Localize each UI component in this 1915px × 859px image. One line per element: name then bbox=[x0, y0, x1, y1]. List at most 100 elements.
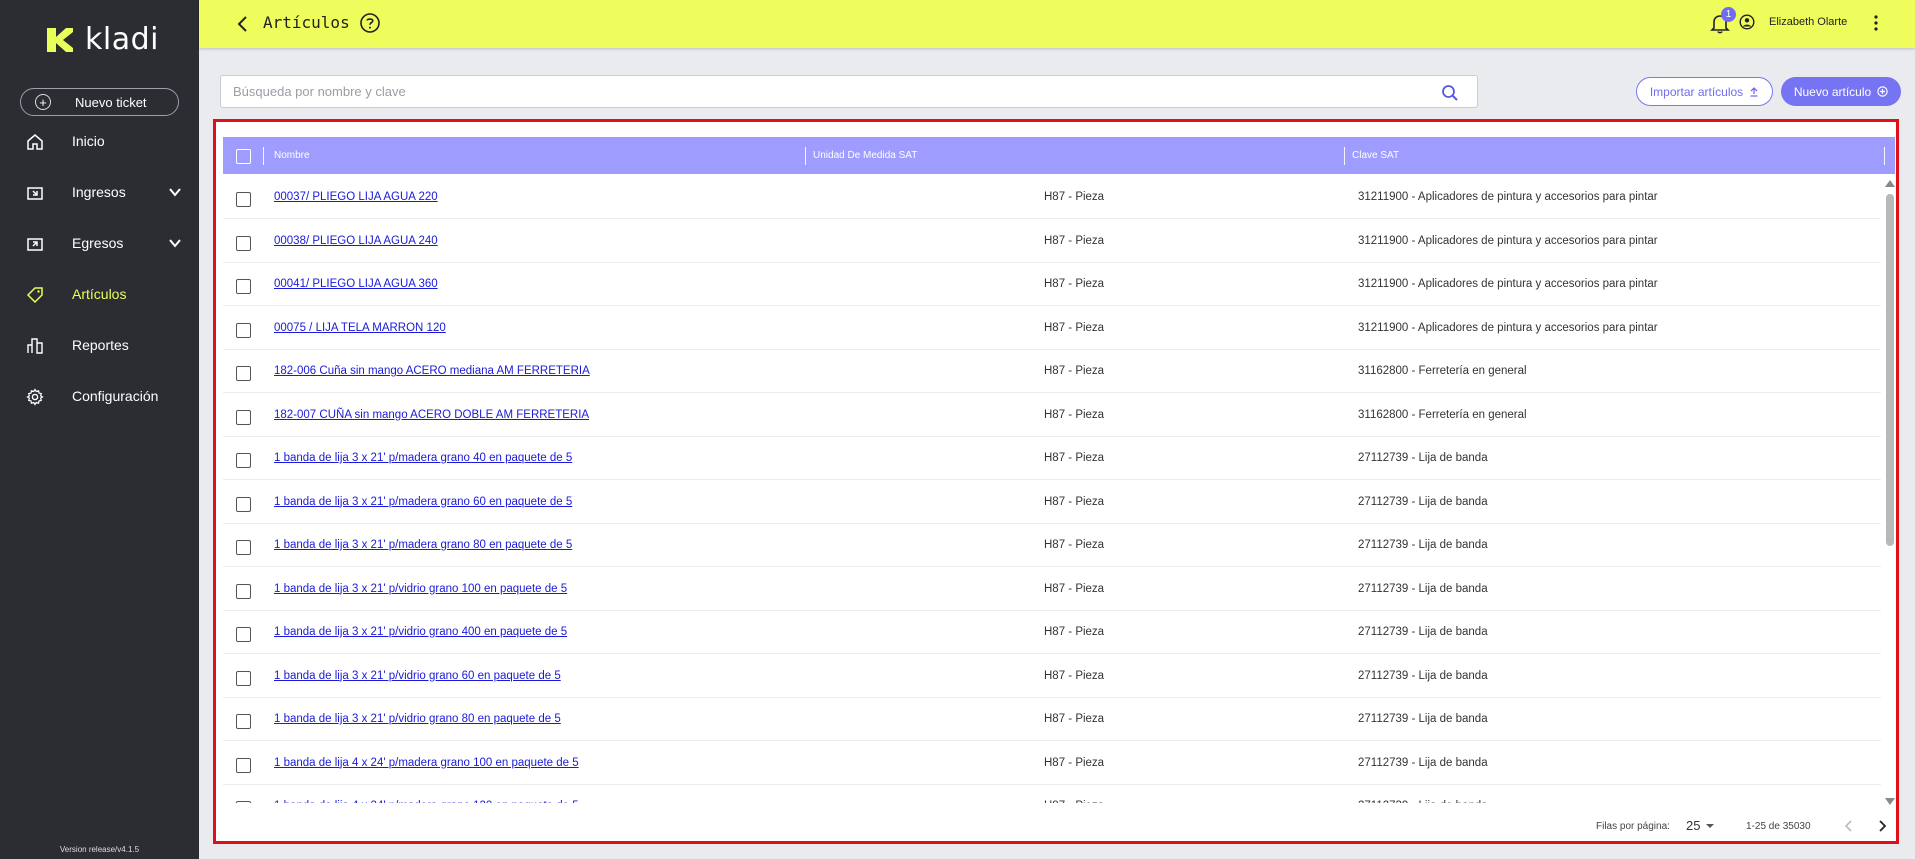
column-header-clave[interactable]: Clave SAT bbox=[1352, 150, 1399, 161]
unit-cell: H87 - Pieza bbox=[1044, 756, 1105, 769]
table-row: 1 banda de lija 3 x 21' p/madera grano 6… bbox=[223, 481, 1881, 524]
vertical-scrollbar[interactable] bbox=[1885, 180, 1896, 805]
article-name-link[interactable]: 182-007 CUÑA sin mango ACERO DOBLE AM FE… bbox=[274, 409, 589, 421]
clave-sat-cell: 27112739 - Lija de banda bbox=[1358, 669, 1488, 682]
sidebar-item-configuracion[interactable]: Configuración bbox=[0, 376, 199, 416]
sidebar-item-inicio[interactable]: Inicio bbox=[0, 121, 199, 161]
column-divider[interactable] bbox=[1344, 147, 1345, 165]
clave-sat-cell: 31162800 - Ferretería en general bbox=[1358, 365, 1527, 377]
top-bar: Artículos 1 Elizabeth Olarte bbox=[199, 0, 1915, 48]
chevron-left-icon[interactable] bbox=[1842, 819, 1856, 833]
article-name-link[interactable]: 00041/ PLIEGO LIJA AGUA 360 bbox=[274, 278, 438, 290]
article-name-link[interactable]: 1 banda de lija 3 x 21' p/madera grano 8… bbox=[274, 539, 572, 551]
table-row: 1 banda de lija 3 x 21' p/vidrio grano 8… bbox=[223, 698, 1881, 741]
row-checkbox[interactable] bbox=[236, 279, 251, 294]
user-avatar-icon[interactable] bbox=[1739, 14, 1755, 30]
articles-table-panel: Nombre Unidad De Medida SAT Clave SAT 00… bbox=[213, 119, 1899, 844]
unit-cell: H87 - Pieza bbox=[1044, 234, 1105, 247]
new-ticket-label: Nuevo ticket bbox=[75, 94, 147, 110]
article-name-link[interactable]: 00038/ PLIEGO LIJA AGUA 240 bbox=[274, 235, 438, 247]
chevron-right-icon[interactable] bbox=[1875, 819, 1889, 833]
row-checkbox[interactable] bbox=[236, 540, 251, 555]
article-name-link[interactable]: 00037/ PLIEGO LIJA AGUA 220 bbox=[274, 191, 438, 203]
row-checkbox[interactable] bbox=[236, 627, 251, 642]
more-vertical-icon[interactable] bbox=[1873, 14, 1879, 32]
scroll-down-arrow[interactable] bbox=[1885, 798, 1895, 805]
column-divider[interactable] bbox=[805, 147, 806, 165]
article-name-link[interactable]: 1 banda de lija 4 x 24' p/madera grano 1… bbox=[274, 757, 579, 769]
new-article-button[interactable]: Nuevo artículo bbox=[1781, 77, 1901, 106]
table-row: 00075 / LIJA TELA MARRON 120 H87 - Pieza 3… bbox=[223, 307, 1881, 350]
row-checkbox[interactable] bbox=[236, 366, 251, 381]
scroll-up-arrow[interactable] bbox=[1885, 180, 1895, 187]
clave-sat-cell: 27112739 - Lija de banda bbox=[1358, 626, 1488, 638]
sidebar-item-egresos[interactable]: Egresos bbox=[0, 223, 199, 263]
row-checkbox[interactable] bbox=[236, 453, 251, 468]
clave-sat-cell: 27112739 - Lija de banda bbox=[1358, 539, 1488, 551]
article-name-link[interactable]: 00075 / LIJA TELA MARRON 120 bbox=[274, 322, 446, 334]
article-name-link[interactable]: 1 banda de lija 3 x 21' p/vidrio grano 8… bbox=[274, 713, 561, 725]
article-name-link[interactable]: 1 banda de lija 3 x 21' p/vidrio grano 1… bbox=[274, 583, 567, 595]
clave-sat-cell: 27112739 - Lija de banda bbox=[1358, 495, 1488, 508]
page-title: Artículos bbox=[263, 13, 350, 32]
table-row: 1 banda de lija 3 x 21' p/madera grano 8… bbox=[223, 524, 1881, 567]
unit-cell: H87 - Pieza bbox=[1044, 582, 1105, 595]
rows-per-page-select[interactable]: 25 bbox=[1686, 818, 1715, 833]
select-all-checkbox[interactable] bbox=[236, 149, 251, 164]
sidebar-item-articulos[interactable]: Artículos bbox=[0, 274, 199, 314]
unit-cell: H87 - Pieza bbox=[1044, 669, 1105, 682]
rows-per-page-label: Filas por página: bbox=[1596, 821, 1670, 832]
chevron-down-icon bbox=[169, 188, 181, 197]
row-checkbox[interactable] bbox=[236, 322, 251, 338]
row-checkbox[interactable] bbox=[236, 409, 251, 425]
column-header-unidad[interactable]: Unidad De Medida SAT bbox=[813, 150, 917, 161]
row-checkbox[interactable] bbox=[236, 583, 251, 599]
column-header-nombre[interactable]: Nombre bbox=[274, 150, 310, 161]
table-row: 182-007 CUÑA sin mango ACERO DOBLE AM FE… bbox=[223, 394, 1881, 437]
article-name-link[interactable]: 182-006 Cuña sin mango ACERO mediana AM … bbox=[274, 365, 590, 377]
unit-cell: H87 - Pieza bbox=[1044, 626, 1105, 638]
table-row: 00037/ PLIEGO LIJA AGUA 220 H87 - Pieza 31… bbox=[223, 176, 1881, 219]
unit-cell: H87 - Pieza bbox=[1044, 278, 1105, 290]
table-row: 1 banda de lija 4 x 24' p/madera grano 1… bbox=[223, 742, 1881, 785]
app-logo[interactable]: kladi bbox=[44, 22, 159, 57]
row-checkbox[interactable] bbox=[236, 496, 251, 512]
article-name-link[interactable]: 1 banda de lija 3 x 21' p/vidrio grano 4… bbox=[274, 626, 567, 638]
sidebar-item-label: Inicio bbox=[72, 133, 105, 149]
caret-down-icon bbox=[1706, 823, 1715, 828]
table-row: 1 banda de lija 3 x 21' p/vidrio grano 6… bbox=[223, 655, 1881, 698]
help-icon[interactable] bbox=[359, 12, 381, 34]
article-name-link[interactable]: 1 banda de lija 3 x 21' p/madera grano 6… bbox=[274, 496, 572, 508]
search-input[interactable] bbox=[221, 76, 1421, 107]
sidebar-item-ingresos[interactable]: Ingresos bbox=[0, 172, 199, 212]
back-arrow-icon[interactable] bbox=[233, 14, 253, 34]
table-row: 00038/ PLIEGO LIJA AGUA 240 H87 - Pieza 31… bbox=[223, 220, 1881, 263]
plus-circle-icon bbox=[1877, 86, 1888, 97]
search-icon[interactable] bbox=[1441, 84, 1459, 102]
row-checkbox[interactable] bbox=[236, 670, 251, 686]
table-row: 00041/ PLIEGO LIJA AGUA 360 H87 - Pieza 31… bbox=[223, 263, 1881, 306]
kladi-logo-icon bbox=[47, 27, 73, 52]
import-articles-button[interactable]: Importar artículos bbox=[1636, 77, 1773, 106]
row-checkbox[interactable] bbox=[236, 714, 251, 729]
income-icon bbox=[27, 187, 43, 200]
table-row: 1 banda de lija 3 x 21' p/vidrio grano 1… bbox=[223, 568, 1881, 611]
brand-name: kladi bbox=[85, 22, 159, 57]
scroll-thumb[interactable] bbox=[1886, 194, 1894, 546]
sidebar-item-label: Configuración bbox=[72, 388, 159, 404]
table-row: 1 banda de lija 3 x 21' p/madera grano 4… bbox=[223, 437, 1881, 480]
row-checkbox[interactable] bbox=[236, 757, 251, 773]
chevron-down-icon bbox=[169, 239, 181, 248]
user-name[interactable]: Elizabeth Olarte bbox=[1769, 16, 1847, 28]
row-checkbox[interactable] bbox=[236, 192, 251, 207]
unit-cell: H87 - Pieza bbox=[1044, 408, 1105, 421]
new-ticket-button[interactable]: + Nuevo ticket bbox=[20, 88, 179, 116]
row-checkbox[interactable] bbox=[236, 235, 251, 251]
row-checkbox[interactable] bbox=[236, 801, 251, 803]
column-divider[interactable] bbox=[1884, 147, 1885, 165]
article-name-link[interactable]: 1 banda de lija 4 x 24' p/madera grano 1… bbox=[274, 800, 579, 803]
sidebar-item-reportes[interactable]: Reportes bbox=[0, 325, 199, 365]
article-name-link[interactable]: 1 banda de lija 3 x 21' p/vidrio grano 6… bbox=[274, 670, 561, 682]
article-name-link[interactable]: 1 banda de lija 3 x 21' p/madera grano 4… bbox=[274, 452, 572, 464]
table-row: 1 banda de lija 3 x 21' p/vidrio grano 4… bbox=[223, 611, 1881, 654]
